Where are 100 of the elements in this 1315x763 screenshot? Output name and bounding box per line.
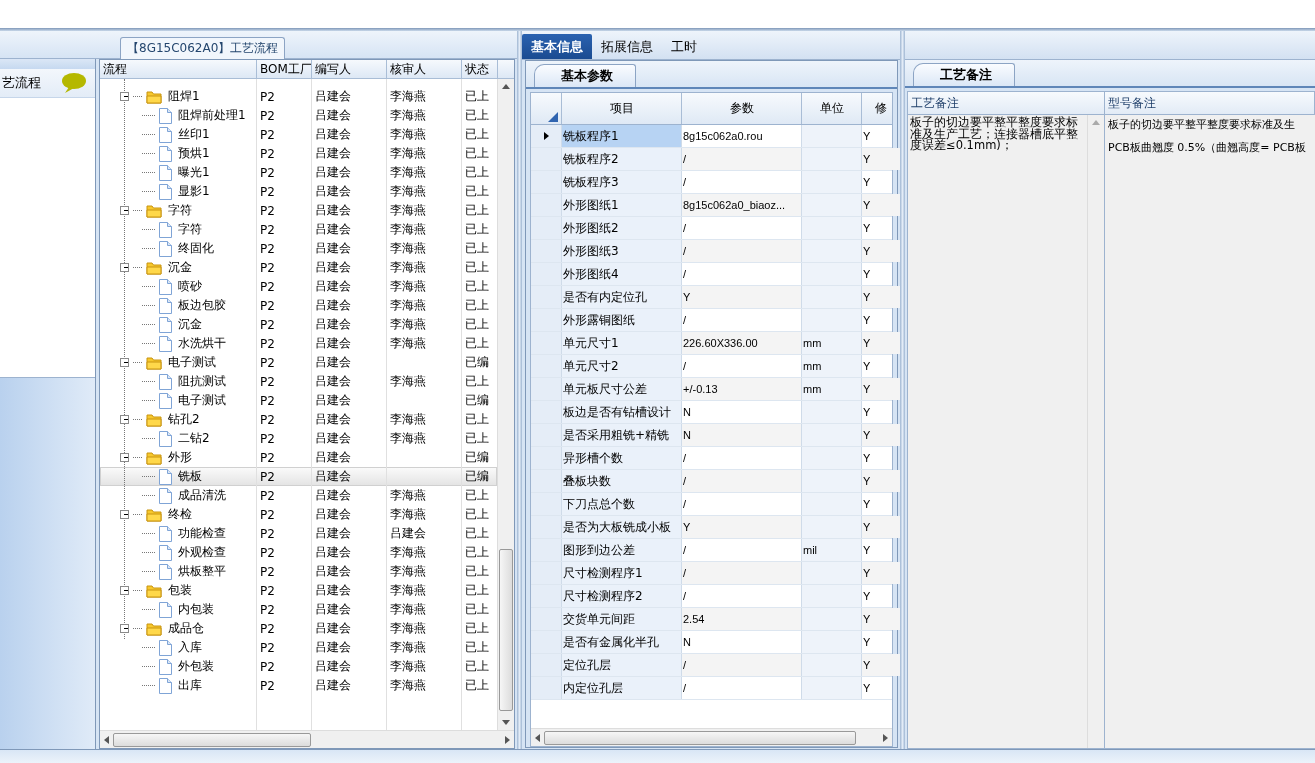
tree-row[interactable]: 功能检查 P2 吕建会 吕建会 已上 [100,524,497,543]
tree-row[interactable]: 水洗烘干 P2 吕建会 李海燕 已上 [100,334,497,353]
tree-row[interactable]: 电子测试 P2 吕建会 已编 [100,391,497,410]
tree-row[interactable]: 显影1 P2 吕建会 李海燕 已上 [100,182,497,201]
tree-row[interactable]: 字符 P2 吕建会 李海燕 已上 [100,220,497,239]
collapse-icon[interactable] [120,206,129,215]
status-text: 已上 [464,525,490,542]
tree-row[interactable]: 外包装 P2 吕建会 李海燕 已上 [100,657,497,676]
vertical-scrollbar[interactable] [497,79,514,730]
bom-factory: P2 [259,374,276,389]
collapse-icon[interactable] [120,415,129,424]
panel-title-tab[interactable]: 【8G15C062A0】工艺流程 [120,37,286,59]
reviewer-name: 李海燕 [389,316,427,333]
tree-row[interactable]: 板边包胶 P2 吕建会 李海燕 已上 [100,296,497,315]
tree-row[interactable]: 烘板整平 P2 吕建会 李海燕 已上 [100,562,497,581]
tree-row[interactable]: 包装 P2 吕建会 李海燕 已上 [100,581,497,600]
tree-row[interactable]: 钻孔2 P2 吕建会 李海燕 已上 [100,410,497,429]
row-header[interactable] [531,125,562,147]
table-cell: 板边是否有钻槽设计 [562,401,682,423]
tree-row[interactable]: 成品仓 P2 吕建会 李海燕 已上 [100,619,497,638]
table-cell: / [682,562,802,584]
column-header[interactable]: 单位 [802,93,862,124]
bom-factory: P2 [259,564,276,579]
sidebar-item[interactable]: 艺流程 [0,69,95,98]
column-header[interactable]: BOM工厂 [257,60,312,78]
table-cell [802,401,862,423]
status-text: 已上 [464,88,490,105]
tree-row[interactable]: 入库 P2 吕建会 李海燕 已上 [100,638,497,657]
collapse-icon[interactable] [120,624,129,633]
step-name: 显影1 [177,183,210,200]
status-text: 已编 [464,468,490,485]
author-name: 吕建会 [314,202,352,219]
author-name: 吕建会 [314,544,352,561]
tree-row[interactable]: 阻焊1 P2 吕建会 李海燕 已上 [100,87,497,106]
collapse-icon[interactable] [120,453,129,462]
reviewer-name: 李海燕 [389,145,427,162]
step-name: 预烘1 [177,145,210,162]
tree-row[interactable]: 阻焊前处理1 P2 吕建会 李海燕 已上 [100,106,497,125]
column-header[interactable]: 项目 [562,93,682,124]
reviewer-name: 李海燕 [389,88,427,105]
table-cell: Y [862,516,901,538]
tree-row[interactable]: 丝印1 P2 吕建会 李海燕 已上 [100,125,497,144]
tree-row[interactable]: 字符 P2 吕建会 李海燕 已上 [100,201,497,220]
author-name: 吕建会 [314,259,352,276]
status-text: 已上 [464,259,490,276]
status-text: 已上 [464,221,490,238]
tree-row[interactable]: 电子测试 P2 吕建会 已编 [100,353,497,372]
tab[interactable]: 工时 [662,34,706,59]
section-tab[interactable]: 基本参数 [534,64,636,87]
step-name: 阻抗测试 [177,373,226,390]
tree-row[interactable]: 沉金 P2 吕建会 李海燕 已上 [100,315,497,334]
document-icon [159,468,172,485]
tree-row[interactable]: 喷砂 P2 吕建会 李海燕 已上 [100,277,497,296]
column-header[interactable]: 参数 [682,93,802,124]
tree-row[interactable]: 二钻2 P2 吕建会 李海燕 已上 [100,429,497,448]
tree-row[interactable]: 终固化 P2 吕建会 李海燕 已上 [100,239,497,258]
author-name: 吕建会 [314,335,352,352]
tree-row[interactable]: 外观检查 P2 吕建会 李海燕 已上 [100,543,497,562]
column-header[interactable]: 核审人 [387,60,462,78]
tree-row[interactable]: 阻抗测试 P2 吕建会 李海燕 已上 [100,372,497,391]
collapse-icon[interactable] [120,586,129,595]
table-cell: 是否采用粗铣+精铣 [562,424,682,446]
tree-row[interactable]: 内包装 P2 吕建会 李海燕 已上 [100,600,497,619]
tree-row[interactable]: 成品清洗 P2 吕建会 李海燕 已上 [100,486,497,505]
collapse-icon[interactable] [120,510,129,519]
collapse-icon[interactable] [120,358,129,367]
column-header[interactable]: 编写人 [312,60,387,78]
tree-row[interactable]: 外形 P2 吕建会 已编 [100,448,497,467]
column-header[interactable]: 流程 [100,60,257,78]
reviewer-name: 李海燕 [389,259,427,276]
document-icon [159,373,172,390]
tree-row[interactable]: 曝光1 P2 吕建会 李海燕 已上 [100,163,497,182]
table-cell [802,125,862,147]
table-cell: 是否为大板铣成小板 [562,516,682,538]
table-cell: 交货单元间距 [562,608,682,630]
tab[interactable]: 基本信息 [522,34,592,59]
tree-row[interactable]: 预烘1 P2 吕建会 李海燕 已上 [100,144,497,163]
tree-row[interactable]: 铣板 P2 吕建会 已编 [100,467,497,486]
horizontal-scrollbar[interactable] [100,730,514,748]
tree-row[interactable]: 沉金 P2 吕建会 李海燕 已上 [100,258,497,277]
collapse-icon[interactable] [120,263,129,272]
tree-row[interactable]: 终检 P2 吕建会 李海燕 已上 [100,505,497,524]
tree-row[interactable]: 出库 P2 吕建会 李海燕 已上 [100,676,497,695]
step-name: 电子测试 [167,354,216,371]
collapse-icon[interactable] [120,92,129,101]
table-cell [802,286,862,308]
column-header[interactable]: 型号备注 [1105,92,1315,114]
section-tab[interactable]: 工艺备注 [913,63,1015,86]
column-header[interactable]: 工艺备注 [908,92,1105,114]
column-header[interactable]: 状态 [462,60,498,78]
bom-factory: P2 [259,298,276,313]
author-name: 吕建会 [314,620,352,637]
status-text: 已上 [464,430,490,447]
step-name: 字符 [177,221,202,238]
document-icon [159,164,172,181]
author-name: 吕建会 [314,487,352,504]
tab[interactable]: 拓展信息 [592,34,662,59]
status-text: 已上 [464,487,490,504]
horizontal-scrollbar[interactable] [531,728,892,746]
status-text: 已编 [464,392,490,409]
